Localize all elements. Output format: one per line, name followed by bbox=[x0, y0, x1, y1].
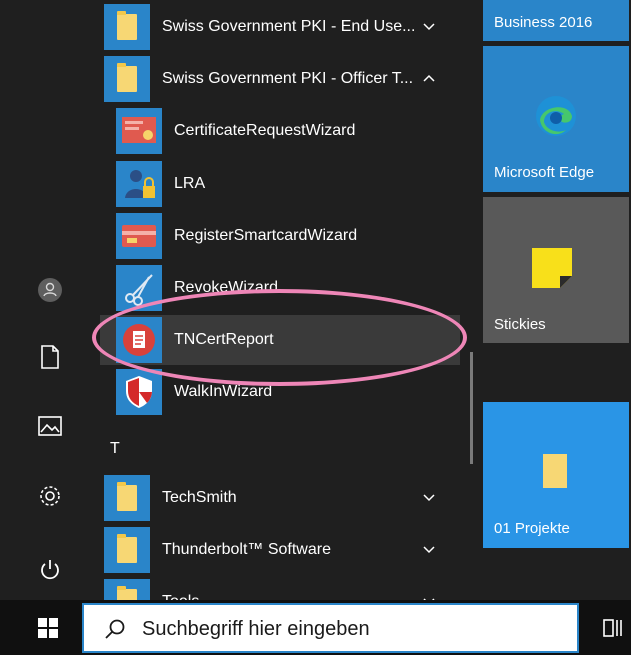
folder-icon bbox=[104, 4, 150, 50]
windows-start-icon[interactable] bbox=[38, 618, 58, 638]
search-placeholder: Suchbegriff hier eingeben bbox=[142, 618, 370, 640]
chevron-down-icon[interactable] bbox=[422, 19, 436, 33]
app-label: TNCertReport bbox=[174, 331, 274, 348]
tile-stickies[interactable]: Stickies bbox=[483, 197, 629, 343]
lra-user-lock-icon bbox=[116, 161, 162, 207]
list-item[interactable]: RevokeWizard bbox=[100, 263, 460, 313]
search-input[interactable]: Suchbegriff hier eingeben bbox=[82, 603, 579, 653]
app-label: RevokeWizard bbox=[174, 279, 279, 296]
task-view-icon[interactable] bbox=[602, 617, 626, 639]
tile-label: 01 Projekte bbox=[494, 520, 570, 537]
section-header-t[interactable]: T bbox=[110, 440, 120, 458]
list-item-highlighted[interactable]: TNCertReport bbox=[100, 315, 460, 365]
app-label: Swiss Government PKI - End Use... bbox=[162, 18, 416, 35]
tile-label: Stickies bbox=[494, 316, 546, 333]
documents-icon[interactable] bbox=[36, 343, 64, 371]
app-list: Swiss Government PKI - End Use... Swiss … bbox=[100, 0, 480, 625]
power-icon[interactable] bbox=[36, 556, 64, 584]
app-label: WalkInWizard bbox=[174, 383, 273, 400]
tile-01-projekte[interactable]: 01 Projekte bbox=[483, 402, 629, 548]
chevron-down-icon[interactable] bbox=[422, 542, 436, 556]
chevron-up-icon[interactable] bbox=[422, 71, 436, 85]
tile-label: Microsoft Edge bbox=[494, 164, 595, 181]
tile-microsoft-edge[interactable]: Microsoft Edge bbox=[483, 46, 629, 192]
app-label: TechSmith bbox=[162, 489, 237, 506]
edge-icon bbox=[536, 96, 576, 136]
tiles-panel: Business 2016 Microsoft Edge Stickies 01… bbox=[483, 0, 631, 600]
folder-icon bbox=[104, 475, 150, 521]
start-rail bbox=[0, 0, 100, 600]
list-item[interactable]: LRA bbox=[100, 159, 460, 209]
tile-label: Business 2016 bbox=[494, 14, 593, 31]
folder-icon bbox=[104, 56, 150, 102]
list-item[interactable]: RegisterSmartcardWizard bbox=[100, 211, 460, 261]
app-label: Swiss Government PKI - Officer T... bbox=[162, 70, 414, 87]
shield-icon bbox=[116, 369, 162, 415]
tile-business-2016[interactable]: Business 2016 bbox=[483, 0, 629, 41]
start-menu: Swiss Government PKI - End Use... Swiss … bbox=[0, 0, 631, 655]
list-item[interactable]: CertificateRequestWizard bbox=[100, 106, 460, 156]
user-avatar-icon[interactable] bbox=[36, 276, 64, 304]
report-icon bbox=[116, 317, 162, 363]
app-label: Thunderbolt™ Software bbox=[162, 541, 331, 558]
pictures-icon[interactable] bbox=[36, 412, 64, 440]
settings-gear-icon[interactable] bbox=[36, 482, 64, 510]
search-icon bbox=[105, 619, 125, 639]
certificate-icon bbox=[116, 108, 162, 154]
smartcard-icon bbox=[116, 213, 162, 259]
list-item[interactable]: Thunderbolt™ Software bbox=[100, 525, 460, 575]
folder-icon bbox=[104, 527, 150, 573]
list-item[interactable]: Swiss Government PKI - Officer T... bbox=[100, 54, 460, 104]
chevron-down-icon[interactable] bbox=[422, 490, 436, 504]
list-item[interactable]: WalkInWizard bbox=[100, 367, 460, 417]
folder-icon bbox=[543, 454, 567, 488]
app-label: LRA bbox=[174, 175, 206, 192]
app-label: RegisterSmartcardWizard bbox=[174, 227, 358, 244]
list-item[interactable]: TechSmith bbox=[100, 473, 460, 523]
list-item[interactable]: Swiss Government PKI - End Use... bbox=[100, 2, 460, 52]
scissors-icon bbox=[116, 265, 162, 311]
stickies-icon bbox=[532, 248, 572, 288]
app-label: CertificateRequestWizard bbox=[174, 122, 356, 139]
scrollbar[interactable] bbox=[470, 352, 473, 464]
